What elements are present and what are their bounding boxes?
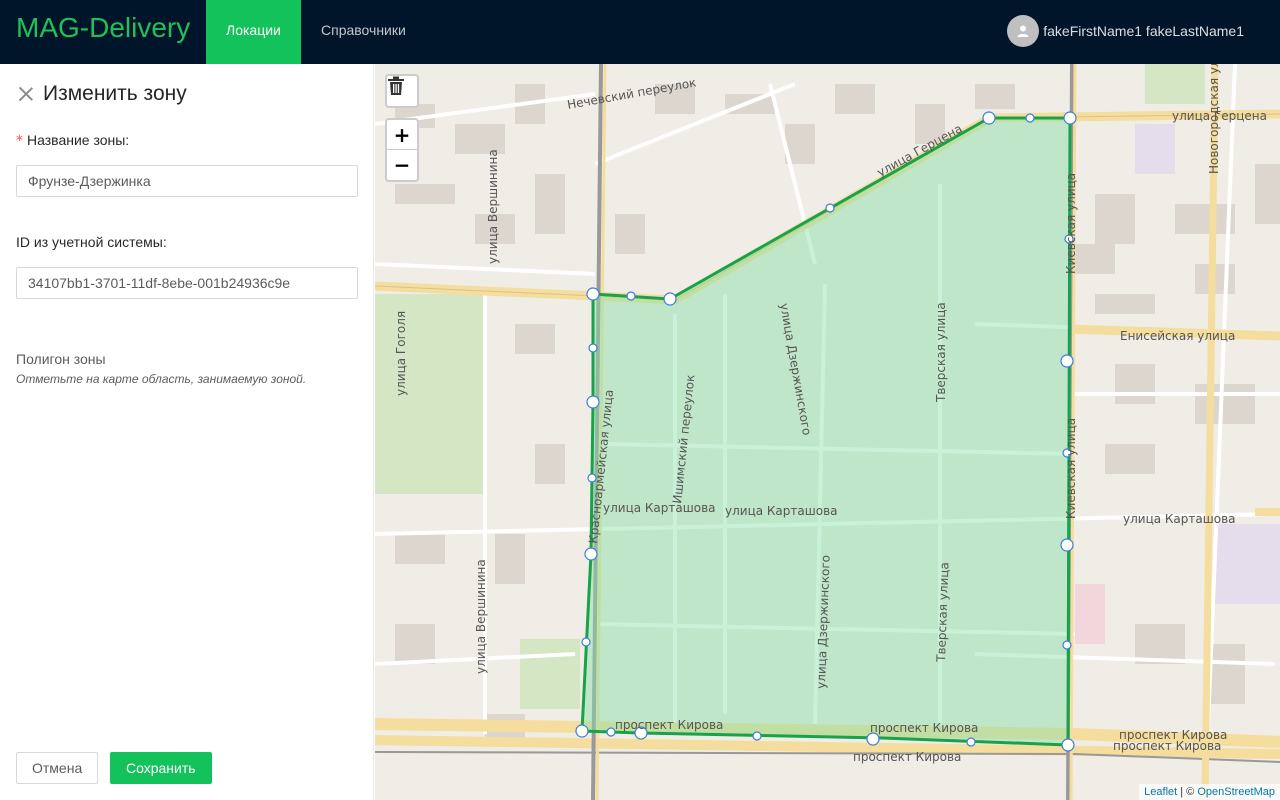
street-label: Киевская улица bbox=[1064, 418, 1078, 519]
polygon-section-hint: Отметьте на карте область, занимаемую зо… bbox=[16, 372, 307, 386]
building-area bbox=[1215, 524, 1280, 604]
street-label: Новогородская улица bbox=[1207, 64, 1221, 174]
external-id-label: ID из учетной системы: bbox=[16, 234, 167, 250]
street-label: Енисейская улица bbox=[1120, 329, 1235, 343]
edit-zone-panel: Изменить зону *Название зоны: ID из учет… bbox=[0, 64, 374, 800]
zone-name-label: * Название зоны: bbox=[16, 132, 129, 149]
cancel-button[interactable]: Отмена bbox=[16, 752, 99, 784]
label-colon: : bbox=[125, 132, 130, 148]
user-avatar[interactable] bbox=[1007, 15, 1040, 47]
building-area bbox=[1075, 584, 1105, 644]
panel-title: Изменить зону bbox=[43, 82, 187, 105]
map-tiles[interactable]: Нечевский переулок улица Герцена улица Г… bbox=[375, 64, 1280, 800]
user-name[interactable]: fakeFirstName1 fakeLastName1 bbox=[1043, 23, 1244, 39]
top-navigation-bar: MAG-Delivery Локации Справочники fakeFir… bbox=[0, 0, 1280, 64]
park-area bbox=[375, 294, 485, 494]
street-label: улица Карташова bbox=[725, 504, 838, 518]
required-mark: * bbox=[16, 133, 23, 149]
zone-name-label-text: Название зоны bbox=[27, 132, 126, 148]
street-label: Киевская улица bbox=[1064, 173, 1078, 274]
trash-icon bbox=[388, 76, 404, 95]
user-menu[interactable]: fakeFirstName1 fakeLastName1 bbox=[1007, 15, 1244, 47]
close-icon[interactable] bbox=[16, 84, 36, 104]
app-logo[interactable]: MAG-Delivery bbox=[16, 12, 190, 44]
external-id-label-text: ID из учетной системы bbox=[16, 234, 163, 250]
zoom-in-button[interactable]: + bbox=[387, 120, 417, 150]
delete-polygon-button[interactable] bbox=[385, 74, 419, 108]
zoom-control: + − bbox=[385, 118, 419, 182]
street-label: улица Карташова bbox=[1123, 512, 1236, 526]
map-attribution: Leaflet | © OpenStreetMap bbox=[1139, 784, 1280, 800]
park-area bbox=[520, 639, 580, 709]
label-colon: : bbox=[162, 234, 167, 250]
nav-locations[interactable]: Локации bbox=[206, 0, 301, 64]
street-label: улица Гоголя bbox=[394, 311, 408, 396]
openstreetmap-link[interactable]: OpenStreetMap bbox=[1197, 786, 1275, 798]
attribution-separator: | © bbox=[1177, 786, 1198, 798]
street-label: проспект Кирова bbox=[870, 721, 978, 735]
user-icon bbox=[1017, 25, 1029, 37]
save-button[interactable]: Сохранить bbox=[110, 752, 212, 784]
street-label: улица Вершинина bbox=[474, 559, 488, 674]
external-id-input[interactable] bbox=[16, 267, 358, 299]
nav-directories[interactable]: Справочники bbox=[301, 0, 426, 64]
zoom-out-button[interactable]: − bbox=[387, 150, 417, 180]
park-area bbox=[1145, 64, 1205, 104]
building-area bbox=[1135, 124, 1175, 174]
zone-name-input[interactable] bbox=[16, 165, 358, 197]
street-label: проспект Кирова bbox=[853, 750, 961, 764]
street-label: улица Вершинина bbox=[486, 149, 500, 264]
street-label: улица Карташова bbox=[603, 501, 716, 515]
polygon-section-title: Полигон зоны bbox=[16, 351, 106, 367]
panel-header: Изменить зону bbox=[16, 82, 187, 106]
street-label: проспект Кирова bbox=[615, 718, 723, 732]
map-view[interactable]: Нечевский переулок улица Герцена улица Г… bbox=[375, 64, 1280, 800]
leaflet-link[interactable]: Leaflet bbox=[1144, 786, 1177, 798]
street-label: проспект Кирова bbox=[1113, 739, 1221, 753]
street-label: Тверская улица bbox=[934, 302, 948, 403]
